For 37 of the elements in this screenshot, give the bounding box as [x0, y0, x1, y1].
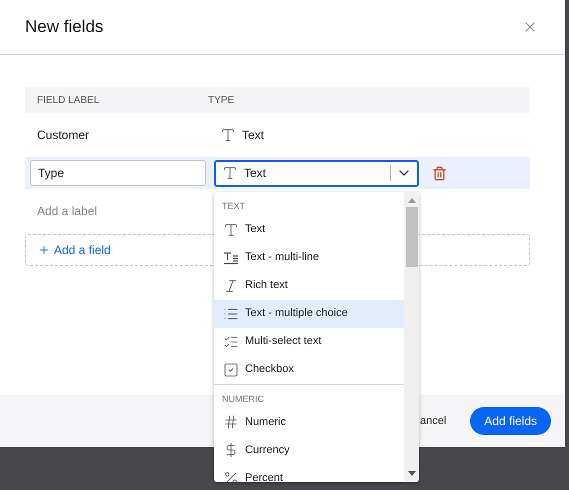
scroll-up-icon [408, 198, 416, 203]
table-cell-text: Customer [36, 127, 90, 144]
label-field[interactable]: Type [30, 160, 206, 186]
dropdown-option[interactable]: Text - multi-line [214, 244, 404, 272]
text-icon [223, 222, 239, 238]
plus-icon [38, 244, 50, 256]
type-select[interactable]: Text [214, 160, 419, 186]
hash-icon [223, 414, 239, 430]
column-header: TYPE [208, 94, 234, 108]
label-field[interactable]: Add a label [25, 202, 195, 220]
scroll-down-icon [408, 471, 416, 476]
column-header: FIELD LABEL [36, 94, 100, 108]
dropdown-option[interactable]: Percent [214, 464, 404, 482]
type-label: Text [242, 127, 264, 144]
add-fields-button[interactable]: Add fields [470, 407, 551, 435]
cancel-button[interactable]: ancel [420, 412, 446, 430]
dropdown-option[interactable]: Text - multiple choice [214, 300, 404, 328]
dropdown-option[interactable]: Currency [214, 436, 404, 464]
percent-icon [223, 470, 239, 482]
italic-icon [223, 278, 239, 294]
select-value: Text [244, 165, 268, 182]
dropdown-option[interactable]: Multi-select text [214, 328, 404, 356]
group-heading: TEXT [221, 200, 246, 213]
dropdown-option[interactable]: Rich text [214, 272, 404, 300]
delete-button[interactable] [432, 166, 447, 180]
scrollbar-thumb[interactable] [406, 207, 418, 267]
dropdown-option[interactable]: Checkbox [214, 356, 404, 384]
dropdown-option[interactable]: Text [214, 216, 404, 244]
text-icon [220, 127, 236, 143]
text-icon [222, 165, 238, 181]
scrollbar[interactable] [404, 192, 419, 482]
multiline-text-icon [223, 250, 239, 266]
checkbox-icon [223, 362, 239, 378]
dropdown-option[interactable]: Numeric [214, 408, 404, 436]
trash-icon [432, 166, 447, 180]
group-heading: NUMERIC [221, 392, 265, 406]
dialog-title: New fields [25, 16, 104, 38]
